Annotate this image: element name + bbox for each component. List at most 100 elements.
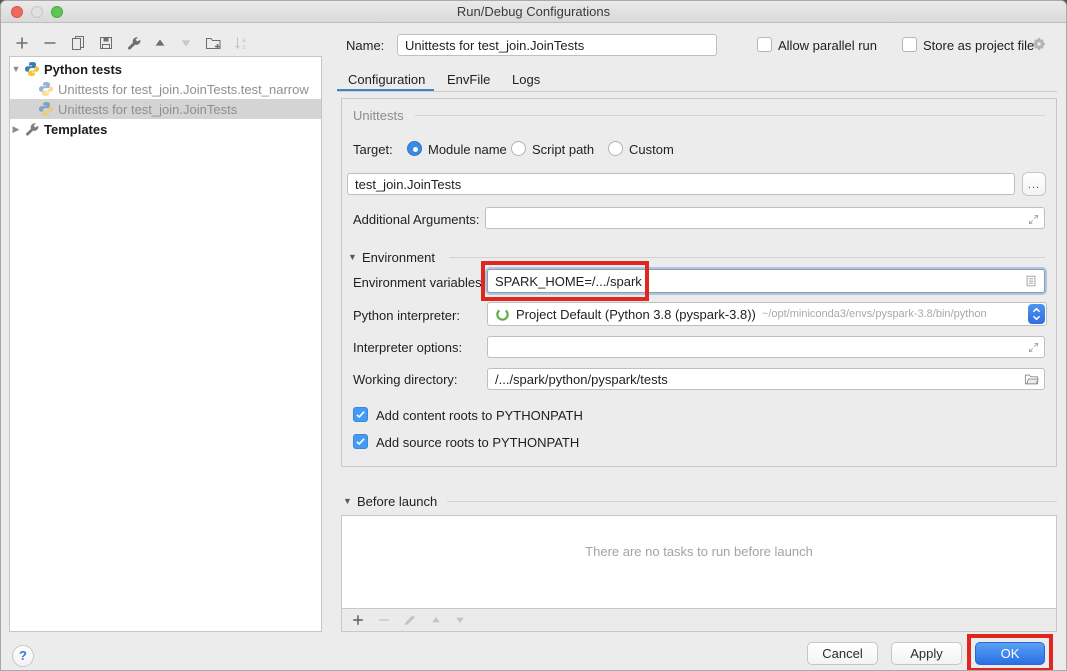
- gear-icon: [1031, 36, 1047, 52]
- before-launch-collapse-caret[interactable]: ▼: [343, 496, 352, 506]
- configurations-tree: ▼ Python tests Unittests for test_join.J…: [9, 56, 322, 632]
- radio-script-path-label[interactable]: Script path: [532, 142, 594, 157]
- arrow-down-icon: [454, 614, 466, 626]
- tree-item-unittests-jointests[interactable]: Unittests for test_join.JoinTests: [10, 99, 321, 119]
- question-mark-icon: ?: [19, 648, 27, 663]
- add-content-roots-checkbox[interactable]: [353, 407, 368, 422]
- plus-icon: [351, 613, 365, 627]
- pencil-icon: [403, 613, 417, 627]
- browse-directory-button[interactable]: [1023, 371, 1040, 387]
- tree-item-label: Python tests: [44, 62, 122, 77]
- arrow-down-icon: [179, 36, 193, 50]
- unittests-section-label: Unittests: [353, 108, 404, 123]
- interpreter-options-label: Interpreter options:: [353, 340, 462, 355]
- tab-baseline: [337, 91, 1057, 92]
- radio-custom-label[interactable]: Custom: [629, 142, 674, 157]
- annotation-highlight-ok-button: [967, 634, 1053, 671]
- radio-module-name-label[interactable]: Module name: [428, 142, 507, 157]
- conda-env-icon: [495, 307, 510, 322]
- name-input[interactable]: [397, 34, 717, 56]
- expand-field-button[interactable]: [1025, 339, 1041, 355]
- environment-section-label: Environment: [362, 250, 435, 265]
- save-configuration-button[interactable]: [97, 34, 115, 52]
- title-bar: Run/Debug Configurations: [1, 1, 1066, 23]
- cancel-button[interactable]: Cancel: [807, 642, 878, 665]
- python-interpreter-combobox[interactable]: Project Default (Python 3.8 (pyspark-3.8…: [487, 302, 1047, 326]
- module-name-input[interactable]: [347, 173, 1015, 195]
- expand-icon: [1027, 341, 1040, 354]
- move-down-button: [177, 34, 195, 52]
- move-task-down-button: [452, 612, 468, 628]
- apply-button[interactable]: Apply: [891, 642, 962, 665]
- ellipsis-icon: ...: [1028, 179, 1040, 191]
- store-as-project-file-label[interactable]: Store as project file: [923, 38, 1034, 53]
- folder-icon: [1024, 372, 1039, 386]
- minus-icon: [377, 613, 391, 627]
- add-source-roots-checkbox[interactable]: [353, 434, 368, 449]
- add-source-roots-label[interactable]: Add source roots to PYTHONPATH: [376, 435, 579, 450]
- store-as-project-file-checkbox[interactable]: [902, 37, 917, 52]
- environment-collapse-caret[interactable]: ▼: [348, 252, 357, 262]
- variables-list-icon: [1024, 274, 1038, 288]
- edit-templates-button[interactable]: [125, 34, 143, 52]
- wrench-icon: [24, 121, 40, 137]
- section-rule: [449, 257, 1045, 258]
- arrow-up-icon: [430, 614, 442, 626]
- wrench-icon: [126, 35, 142, 51]
- radio-script-path[interactable]: [511, 141, 526, 156]
- remove-task-button: [376, 612, 392, 628]
- radio-module-name[interactable]: [407, 141, 422, 156]
- additional-arguments-label: Additional Arguments:: [353, 212, 479, 227]
- move-up-button[interactable]: [151, 34, 169, 52]
- plus-icon: [14, 35, 30, 51]
- section-rule: [415, 115, 1045, 116]
- move-task-up-button: [428, 612, 444, 628]
- python-icon: [38, 101, 54, 117]
- help-button[interactable]: ?: [12, 645, 34, 667]
- tab-envfile[interactable]: EnvFile: [447, 72, 490, 87]
- add-content-roots-label[interactable]: Add content roots to PYTHONPATH: [376, 408, 583, 423]
- interpreter-dropdown-button[interactable]: [1028, 304, 1045, 324]
- python-interpreter-label: Python interpreter:: [353, 308, 460, 323]
- save-icon: [98, 35, 114, 51]
- allow-parallel-run-checkbox[interactable]: [757, 37, 772, 52]
- tab-logs[interactable]: Logs: [512, 72, 540, 87]
- interpreter-options-input[interactable]: [487, 336, 1045, 358]
- environment-variables-label: Environment variables:: [353, 275, 485, 290]
- checkmark-icon: [354, 408, 367, 421]
- target-label: Target:: [353, 142, 393, 157]
- tree-item-unittests-test-narrow[interactable]: Unittests for test_join.JoinTests.test_n…: [10, 79, 321, 99]
- remove-configuration-button[interactable]: [41, 34, 59, 52]
- browse-module-button[interactable]: ...: [1022, 172, 1046, 196]
- additional-arguments-input[interactable]: [485, 207, 1045, 229]
- working-directory-input[interactable]: [487, 368, 1045, 390]
- radio-custom[interactable]: [608, 141, 623, 156]
- collapse-caret-icon[interactable]: ▶: [10, 124, 22, 135]
- tree-item-label: Unittests for test_join.JoinTests: [58, 102, 237, 117]
- section-rule: [447, 501, 1057, 502]
- python-interpreter-value: Project Default (Python 3.8 (pyspark-3.8…: [516, 307, 756, 322]
- add-task-button[interactable]: [350, 612, 366, 628]
- annotation-highlight-env-vars: [481, 261, 649, 301]
- tree-item-python-tests[interactable]: ▼ Python tests: [10, 59, 321, 79]
- before-launch-panel: There are no tasks to run before launch: [341, 515, 1057, 632]
- sort-alphabetically-button: az: [232, 34, 250, 52]
- expand-caret-icon[interactable]: ▼: [10, 64, 22, 74]
- add-configuration-button[interactable]: [13, 34, 31, 52]
- svg-text:z: z: [242, 44, 245, 51]
- folder-add-icon: [205, 35, 222, 51]
- python-interpreter-path: ~/opt/miniconda3/envs/pyspark-3.8/bin/py…: [762, 308, 987, 320]
- copy-icon: [70, 35, 86, 51]
- tab-configuration[interactable]: Configuration: [348, 72, 425, 87]
- store-settings-gear-button[interactable]: [1030, 35, 1048, 53]
- window-title: Run/Debug Configurations: [1, 4, 1066, 19]
- before-launch-section-label: Before launch: [357, 494, 437, 509]
- allow-parallel-run-label[interactable]: Allow parallel run: [778, 38, 877, 53]
- tree-item-templates[interactable]: ▶ Templates: [10, 119, 321, 139]
- expand-field-button[interactable]: [1025, 211, 1041, 227]
- expand-icon: [1027, 213, 1040, 226]
- edit-variables-button[interactable]: [1023, 273, 1039, 289]
- copy-configuration-button[interactable]: [69, 34, 87, 52]
- create-folder-button[interactable]: [204, 34, 222, 52]
- before-launch-toolbar: [342, 608, 1056, 631]
